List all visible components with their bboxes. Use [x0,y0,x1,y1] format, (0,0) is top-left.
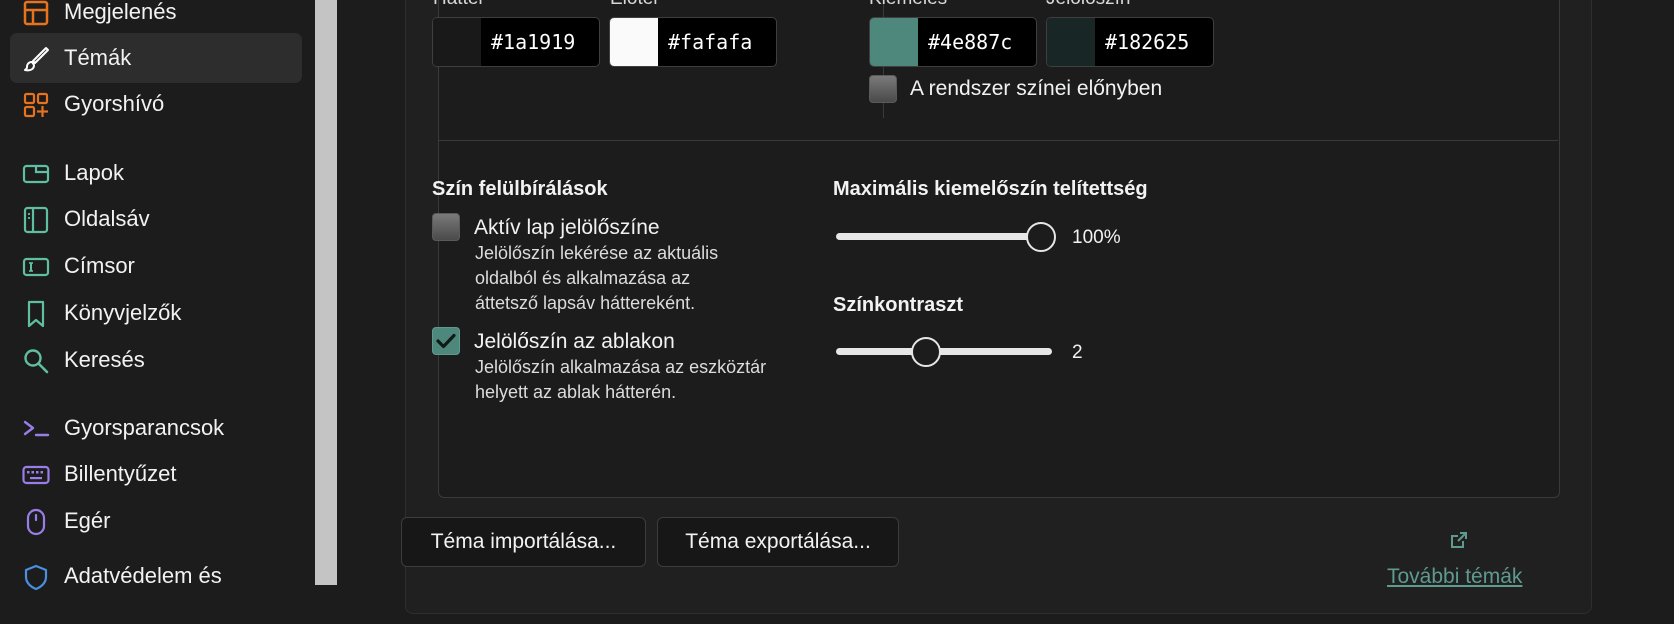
contrast-value: 2 [1072,342,1083,363]
sidebar-item-label: Könyvjelzők [64,300,182,325]
sidebar-item-search[interactable]: Keresés [10,335,302,385]
sidebar-item-label: Megjelenés [64,0,177,24]
tabs-icon [22,160,50,188]
sidebar-item-appearance[interactable]: Megjelenés [10,0,302,37]
sidebar-item-label: Témák [64,45,132,70]
saturation-heading: Maximális kiemelőszín telítettség [833,178,1148,200]
color-overrides-heading: Szín felülbírálások [432,178,608,200]
contrast-slider-thumb[interactable] [911,337,941,367]
more-themes-label: További témák [1387,565,1523,588]
sidebar-item-mouse[interactable]: Egér [10,496,302,546]
bookmark-icon [22,300,50,328]
background-color-swatch[interactable] [433,18,481,66]
sidebar-item-label: Oldalsáv [64,206,150,231]
accent-color-label: Jelölőszín [1046,0,1131,10]
sidebar-item-label: Lapok [64,160,124,185]
highlight-hex-input[interactable]: #4e887c [918,18,1036,66]
foreground-color-swatch[interactable] [610,18,658,66]
accent-hex-input[interactable]: #182625 [1095,18,1213,66]
prefer-system-colors-label: A rendszer színei előnyben [910,77,1163,100]
sidebar-item-sidebar[interactable]: Oldalsáv [10,194,302,244]
sidebar-item-label: Adatvédelem és [64,563,222,588]
sidebar-item-address-bar[interactable]: Címsor [10,241,302,291]
foreground-color-label: Előtér [610,0,660,10]
active-tab-accent-checkbox[interactable] [432,213,460,241]
search-icon [22,347,50,375]
import-theme-button[interactable]: Téma importálása... [401,517,646,567]
window-accent-label: Jelölőszín az ablakon [474,330,675,353]
sidebar-item-privacy[interactable]: Adatvédelem és [10,551,302,601]
active-tab-accent-label: Aktív lap jelölőszíne [474,216,660,239]
card-divider [438,140,1558,141]
highlight-color-swatch[interactable] [870,18,918,66]
sidebar-item-label: Keresés [64,347,145,372]
mouse-icon [22,508,50,536]
appearance-icon [22,0,50,27]
address-bar-icon [22,253,50,281]
contrast-slider-track[interactable] [836,348,1052,355]
sidebar-item-label: Gyorsparancsok [64,415,225,440]
background-color-field[interactable]: #1a1919 [432,17,600,67]
saturation-value: 100% [1072,227,1121,248]
accent-color-field[interactable]: #182625 [1046,17,1214,67]
saturation-slider-track[interactable] [836,233,1052,240]
background-hex-input[interactable]: #1a1919 [481,18,599,66]
sidebar-scrollbar[interactable] [315,0,337,585]
export-theme-button[interactable]: Téma exportálása... [657,517,899,567]
keyboard-icon [22,461,50,489]
settings-sidebar: Megjelenés Témák Gyorshívó Lapok Oldalsá… [0,0,315,624]
background-color-label: Háttér [433,0,485,10]
speed-dial-icon [22,91,50,119]
quick-commands-icon [22,415,50,443]
sidebar-item-quick-commands[interactable]: Gyorsparancsok [10,403,302,453]
highlight-color-field[interactable]: #4e887c [869,17,1037,67]
window-accent-desc-2: helyett az ablak hátterén. [475,382,677,402]
more-themes-link[interactable]: További témák [1387,565,1522,589]
prefer-system-colors-checkbox[interactable] [869,75,897,103]
window-accent-desc-1: Jelölőszín alkalmazása az eszköztár [475,357,767,377]
active-tab-accent-desc-2: oldalból és alkalmazása az [475,268,691,288]
external-link-icon[interactable] [1449,530,1469,555]
sidebar-item-label: Egér [64,508,111,533]
privacy-shield-icon [22,563,50,591]
active-tab-accent-desc-3: áttetsző lapsáv háttereként. [475,293,696,313]
sidebar-item-keyboard[interactable]: Billentyűzet [10,449,302,499]
contrast-heading: Színkontraszt [833,294,964,316]
window-accent-checkbox[interactable] [432,327,460,355]
foreground-color-field[interactable]: #fafafa [609,17,777,67]
sidebar-item-speed-dial[interactable]: Gyorshívó [10,79,302,129]
foreground-hex-input[interactable]: #fafafa [658,18,776,66]
sidebar-item-label: Gyorshívó [64,91,165,116]
sidebar-item-themes[interactable]: Témák [10,33,302,83]
accent-color-swatch[interactable] [1047,18,1095,66]
sidebar-item-label: Címsor [64,253,135,278]
sidebar-icon [22,206,50,234]
saturation-slider-thumb[interactable] [1026,222,1056,252]
checkmark-icon [436,333,456,349]
sidebar-item-label: Billentyűzet [64,461,177,486]
sidebar-item-bookmarks[interactable]: Könyvjelzők [10,288,302,338]
brush-icon [22,45,50,73]
sidebar-item-tabs[interactable]: Lapok [10,148,302,198]
highlight-color-label: Kiemelés [869,0,947,10]
active-tab-accent-desc-1: Jelölőszín lekérése az aktuális [475,243,719,263]
